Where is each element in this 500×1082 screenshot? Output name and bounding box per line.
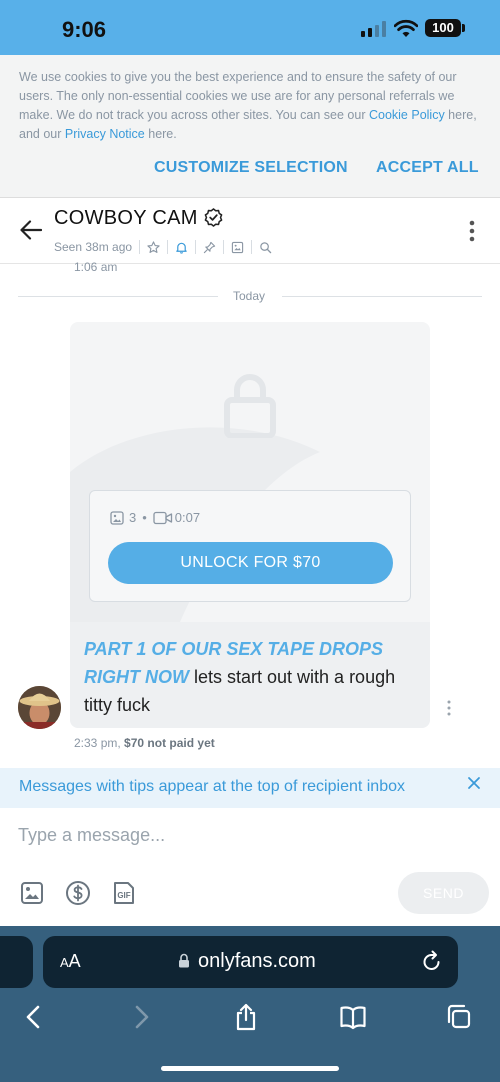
avatar[interactable] — [18, 686, 61, 729]
cookie-policy-link[interactable]: Cookie Policy — [369, 108, 445, 122]
tabs-icon[interactable] — [446, 1003, 472, 1031]
image-icon — [110, 510, 124, 525]
message-input[interactable] — [18, 822, 458, 848]
unlock-panel: 3 • 0:07 UNLOCK FOR $70 — [89, 490, 411, 602]
forward-icon[interactable] — [128, 1003, 154, 1031]
status-time: 9:06 — [62, 17, 107, 42]
date-divider-label: Today — [233, 289, 266, 303]
cookie-banner: We use cookies to give you the best expe… — [0, 55, 500, 198]
signal-icon — [361, 21, 387, 37]
media-meta: 3 • 0:07 — [110, 510, 200, 525]
accept-all-button[interactable]: ACCEPT ALL — [376, 159, 479, 177]
bell-icon[interactable] — [175, 241, 188, 254]
message-time: 2:33 pm, — [74, 736, 121, 750]
cookie-text: We use cookies to give you the best expe… — [19, 70, 477, 141]
video-icon — [153, 511, 172, 524]
back-icon[interactable] — [21, 1003, 47, 1031]
unlock-button[interactable]: UNLOCK FOR $70 — [108, 542, 393, 584]
media-gallery-icon[interactable] — [231, 241, 244, 254]
close-icon[interactable] — [467, 776, 481, 790]
privacy-notice-link[interactable]: Privacy Notice — [65, 127, 145, 141]
reload-icon[interactable] — [422, 950, 442, 972]
wifi-icon — [394, 19, 418, 37]
chat-header: COWBOY CAM Seen 38m ago — [0, 198, 500, 264]
url-text[interactable]: onlyfans.com — [198, 950, 316, 973]
pin-icon[interactable] — [203, 241, 216, 254]
send-button[interactable]: SEND — [398, 872, 489, 914]
svg-text:GIF: GIF — [117, 891, 130, 900]
back-arrow-icon[interactable] — [20, 220, 42, 240]
search-icon[interactable] — [259, 241, 272, 254]
more-options-icon[interactable] — [468, 220, 476, 242]
locked-media-card: 3 • 0:07 UNLOCK FOR $70 — [70, 322, 430, 622]
previous-message-time: 1:06 am — [74, 260, 118, 274]
date-divider-line — [18, 296, 218, 297]
star-icon[interactable] — [147, 240, 160, 254]
image-attach-icon[interactable] — [19, 880, 45, 906]
image-count: 3 — [129, 510, 137, 525]
battery-nub — [462, 24, 465, 32]
message-composer: GIF SEND — [0, 808, 500, 926]
video-duration: 0:07 — [174, 510, 201, 525]
tip-banner-text: Messages with tips appear at the top of … — [19, 778, 405, 795]
battery-icon: 100 — [425, 19, 461, 37]
bookmarks-icon[interactable] — [340, 1003, 366, 1031]
chat-subheader: Seen 38m ago — [54, 239, 272, 255]
message-bubble: PART 1 OF OUR SEX TAPE DROPS RIGHT NOW l… — [70, 622, 430, 728]
previous-tab-peek[interactable] — [0, 936, 33, 988]
lock-icon — [224, 374, 276, 438]
share-icon[interactable] — [233, 1003, 259, 1031]
price-status: $70 not paid yet — [124, 736, 215, 750]
customize-selection-button[interactable]: CUSTOMIZE SELECTION — [154, 159, 348, 177]
tip-dollar-icon[interactable] — [65, 880, 91, 906]
message-options-icon[interactable] — [446, 700, 452, 716]
gif-icon[interactable]: GIF — [111, 880, 137, 906]
last-seen: Seen 38m ago — [54, 240, 133, 254]
verified-icon — [204, 208, 223, 227]
home-indicator — [161, 1066, 339, 1071]
date-divider-line — [282, 296, 482, 297]
lock-icon — [179, 953, 189, 968]
chat-title[interactable]: COWBOY CAM — [54, 207, 198, 230]
reader-settings-button[interactable]: AA — [60, 951, 81, 972]
avatar-image — [18, 686, 61, 729]
message-meta: 2:33 pm, $70 not paid yet — [74, 736, 215, 750]
tip-banner: Messages with tips appear at the top of … — [0, 768, 500, 808]
